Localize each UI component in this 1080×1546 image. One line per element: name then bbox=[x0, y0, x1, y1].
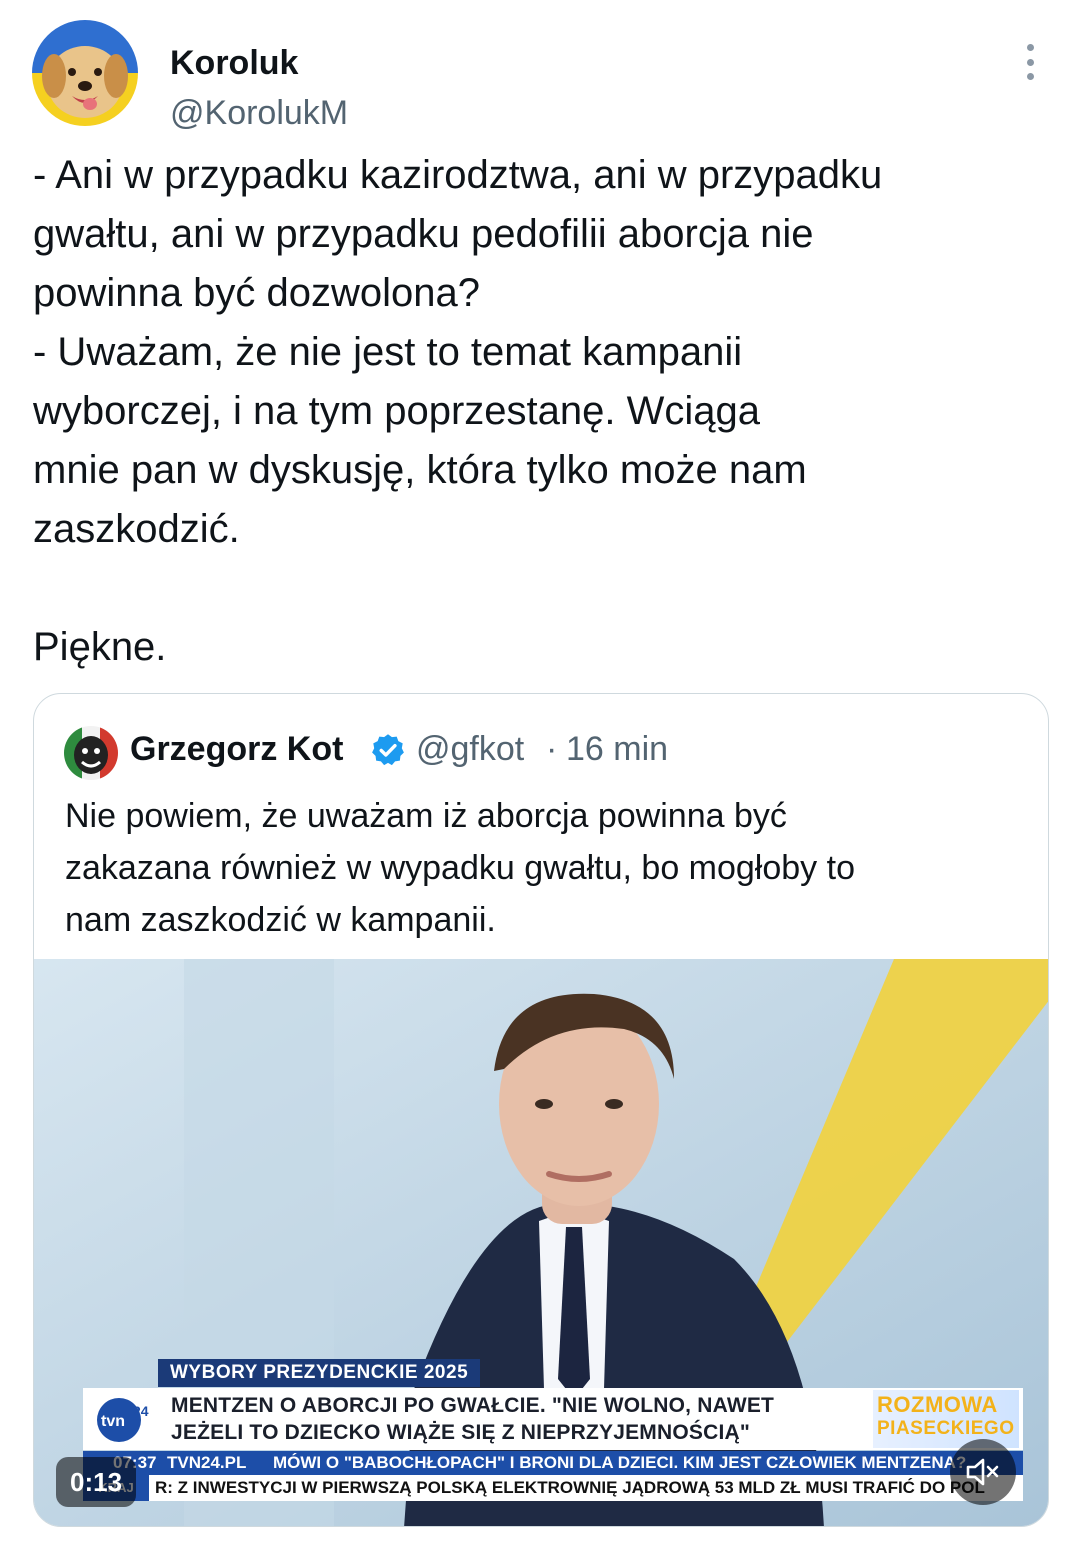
tweet-text: - Ani w przypadku kazirodztwa, ani w prz… bbox=[33, 146, 1043, 677]
quoted-timestamp[interactable]: 16 min bbox=[566, 730, 668, 769]
meta-separator: · bbox=[546, 730, 558, 768]
author-name[interactable]: Koroluk bbox=[170, 44, 298, 83]
quoted-author-handle[interactable]: @gfkot bbox=[416, 730, 524, 769]
more-vertical-icon[interactable] bbox=[1024, 44, 1036, 80]
tweet-line: wyborczej, i na tym poprzestanę. Wciąga bbox=[33, 389, 760, 433]
tweet-line: - Uważam, że nie jest to temat kampanii bbox=[33, 330, 743, 374]
chyron-headline-bar: tvn 24 MENTZEN O ABORCJI PO GWAŁCIE. "NI… bbox=[83, 1388, 1023, 1450]
quoted-line: zakazana również w wypadku gwałtu, bo mo… bbox=[65, 849, 855, 887]
video-player[interactable]: WYBORY PREZYDENCKIE 2025 tvn 24 MENTZEN … bbox=[34, 959, 1048, 1526]
news-ticker-top: 07:37 TVN24.PL MÓWI O "BABOCHŁOPACH" I B… bbox=[83, 1451, 1023, 1475]
quoted-line: nam zaszkodzić w kampanii. bbox=[65, 901, 496, 939]
quoted-author-name[interactable]: Grzegorz Kot bbox=[130, 730, 343, 769]
mute-button[interactable] bbox=[950, 1439, 1016, 1505]
ticker-site: TVN24.PL bbox=[167, 1453, 247, 1472]
tweet-line: gwałtu, ani w przypadku pedofilii aborcj… bbox=[33, 212, 814, 256]
quoted-tweet[interactable]: Grzegorz Kot @gfkot · 16 min Nie powiem,… bbox=[33, 693, 1049, 1527]
show-logo-line: PIASECKIEGO bbox=[877, 1418, 1015, 1439]
speaker-muted-icon bbox=[966, 1458, 999, 1486]
tweet-header: Koroluk @KorolukM bbox=[32, 20, 1048, 132]
chyron-headline-line: MENTZEN O ABORCJI PO GWAŁCIE. "NIE WOLNO… bbox=[171, 1394, 775, 1417]
author-avatar[interactable] bbox=[32, 20, 138, 126]
tweet-closing: Piękne. bbox=[33, 625, 167, 669]
chyron-headline: MENTZEN O ABORCJI PO GWAŁCIE. "NIE WOLNO… bbox=[171, 1392, 861, 1446]
quoted-line: Nie powiem, że uważam iż aborcja powinna… bbox=[65, 797, 787, 835]
ticker-message: MÓWI O "BABOCHŁOPACH" I BRONI DLA DZIECI… bbox=[273, 1453, 967, 1472]
tweet-line: zaszkodzić. bbox=[33, 507, 240, 551]
show-logo-line: ROZMOWA bbox=[877, 1392, 998, 1417]
show-logo: ROZMOWA PIASECKIEGO bbox=[873, 1390, 1019, 1448]
chyron-headline-line: JEŻELI TO DZIECKO WIĄŻE SIĘ Z NIEPRZYJEM… bbox=[171, 1421, 751, 1444]
svg-text:24: 24 bbox=[133, 1403, 149, 1419]
video-elapsed-time: 0:13 bbox=[56, 1457, 137, 1507]
tweet-line: - Ani w przypadku kazirodztwa, ani w prz… bbox=[33, 153, 883, 197]
chyron-category: WYBORY PREZYDENCKIE 2025 bbox=[158, 1359, 481, 1387]
author-handle[interactable]: @KorolukM bbox=[170, 94, 348, 133]
quoted-author-avatar[interactable] bbox=[64, 726, 118, 780]
tweet-line: powinna być dozwolona? bbox=[33, 271, 480, 315]
ticker-message: R: Z INWESTYCJI W PIERWSZĄ POLSKĄ ELEKTR… bbox=[155, 1478, 985, 1497]
tweet-line: mnie pan w dyskusję, która tylko może na… bbox=[33, 448, 807, 492]
verified-badge-icon bbox=[372, 734, 404, 766]
news-ticker-bottom: KRAJ R: Z INWESTYCJI W PIERWSZĄ POLSKĄ E… bbox=[83, 1475, 1023, 1501]
tvn24-logo-icon: tvn 24 bbox=[97, 1398, 149, 1442]
quoted-text: Nie powiem, że uważam iż aborcja powinna… bbox=[65, 790, 1025, 946]
svg-text:tvn: tvn bbox=[101, 1413, 125, 1430]
